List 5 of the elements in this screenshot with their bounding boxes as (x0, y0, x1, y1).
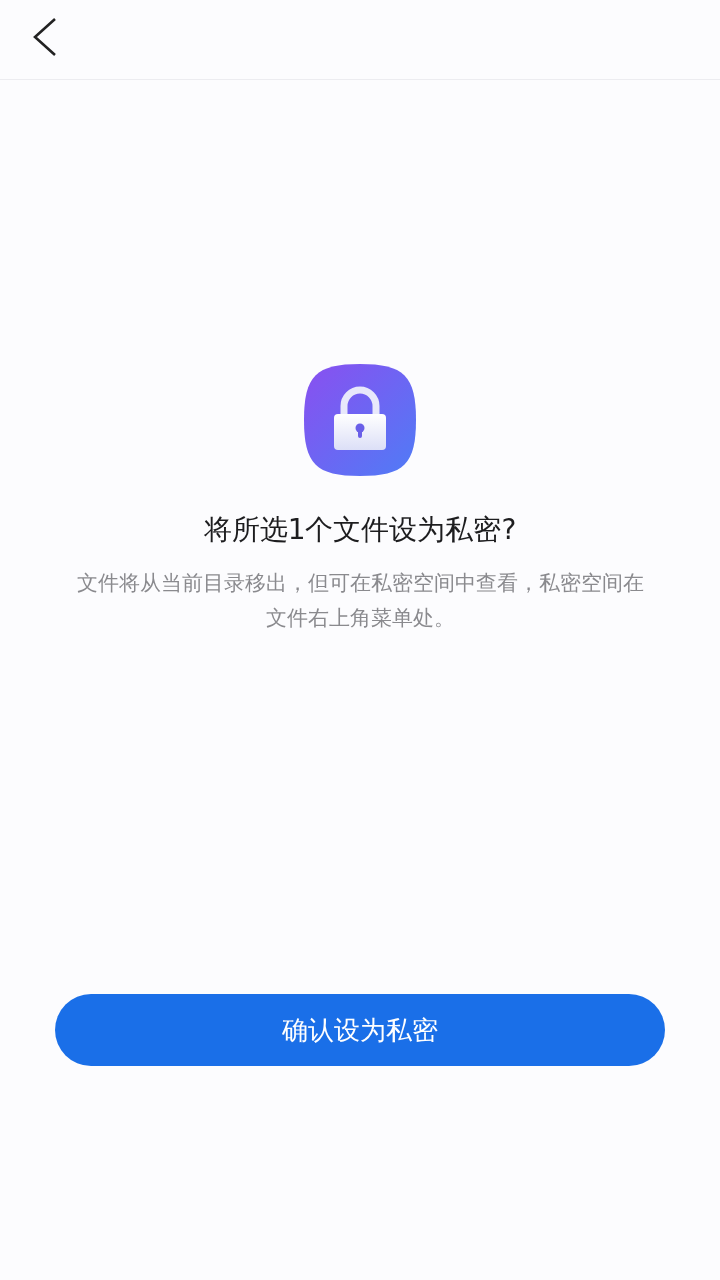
dialog-title: 将所选1个文件设为私密? (203, 512, 517, 548)
confirm-button[interactable]: 确认设为私密 (55, 994, 665, 1066)
lock-icon (304, 364, 416, 476)
dialog-description: 文件将从当前目录移出，但可在私密空间中查看，私密空间在文件右上角菜单处。 (75, 570, 645, 632)
back-icon[interactable] (31, 16, 57, 57)
